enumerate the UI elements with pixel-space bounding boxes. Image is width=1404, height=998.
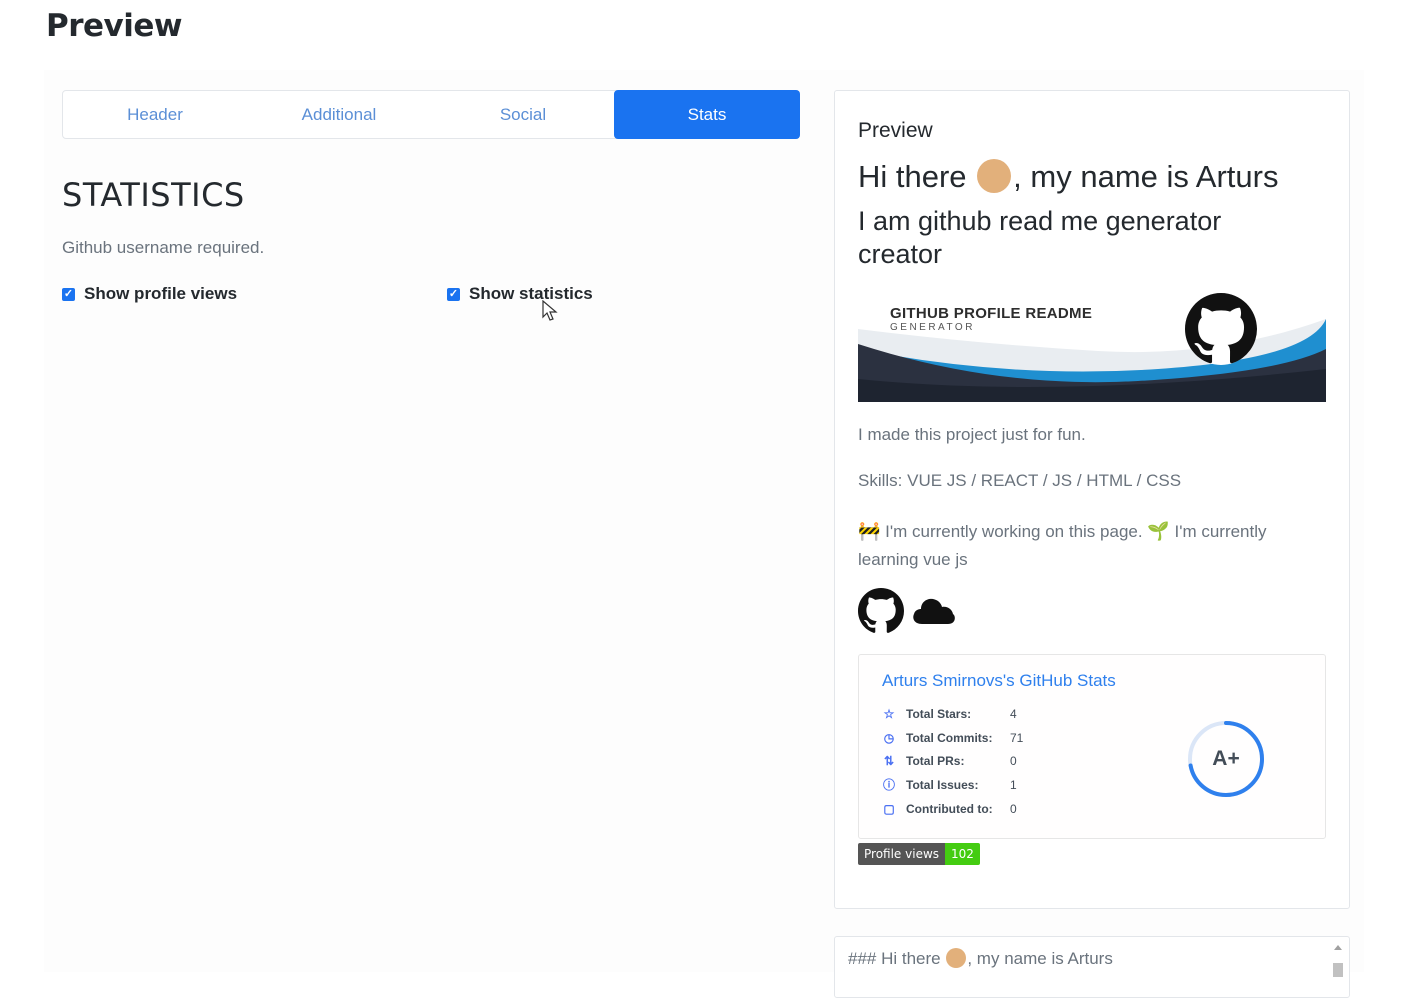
seedling-icon: 🌱 [1147, 521, 1170, 541]
greeting-heading: Hi there , my name is Arturs [858, 158, 1279, 196]
show-profile-views-checkbox[interactable]: ✓ Show profile views [62, 284, 237, 304]
issue-icon: ⓘ [882, 778, 895, 792]
stat-row-contributed: ▢ Contributed to: 0 [882, 802, 1017, 816]
readme-banner-image: GITHUB PROFILE README GENERATOR [858, 289, 1326, 402]
social-icons-row [858, 588, 958, 634]
generator-app: Header Additional Social Stats STATISTIC… [44, 70, 1364, 998]
badge-label: Profile views [858, 843, 946, 865]
github-stats-card: Arturs Smirnovs's GitHub Stats ☆ Total S… [858, 654, 1326, 839]
stat-value: 0 [1010, 802, 1017, 816]
checkbox-checked-icon[interactable]: ✓ [62, 287, 75, 301]
stat-label: Total PRs: [906, 754, 965, 768]
tab-bar: Header Additional Social Stats [62, 90, 800, 139]
show-statistics-label: Show statistics [469, 284, 593, 303]
page-title: Preview [46, 8, 183, 44]
banner-subtitle: GENERATOR [890, 322, 975, 333]
about-text: I made this project just for fun. [858, 425, 1086, 444]
greeting-name: , my name is Arturs [1013, 159, 1279, 194]
stat-value: 0 [1010, 754, 1017, 768]
learning-prefix: I'm currently [1174, 522, 1267, 541]
markdown-line-start: ### Hi there [848, 949, 941, 968]
subtitle-heading: I am github read me generator creator [858, 206, 1222, 269]
banner-title: GITHUB PROFILE README [890, 305, 1093, 322]
skills-text: Skills: VUE JS / REACT / JS / HTML / CSS [858, 471, 1182, 490]
mouse-cursor-icon [542, 300, 558, 321]
stat-row-prs: ⇅ Total PRs: 0 [882, 754, 1017, 768]
checkbox-checked-icon[interactable]: ✓ [447, 287, 460, 301]
grade-ring: A+ [1186, 719, 1266, 799]
github-icon[interactable] [858, 588, 904, 634]
scrollbar-thumb[interactable] [1333, 963, 1343, 977]
tab-social[interactable]: Social [431, 91, 615, 138]
profile-views-badge: Profile views 102 [858, 843, 980, 865]
markdown-line-end: , my name is Arturs [967, 949, 1113, 968]
markdown-text[interactable]: ### Hi there , my name is Arturs [848, 947, 1113, 970]
waving-hand-icon [946, 947, 967, 968]
stat-value: 71 [1010, 731, 1024, 745]
stat-row-stars: ☆ Total Stars: 4 [882, 707, 1017, 721]
tab-stats[interactable]: Stats [614, 90, 800, 139]
markdown-output-textarea[interactable]: ### Hi there , my name is Arturs [834, 936, 1350, 998]
show-statistics-checkbox[interactable]: ✓ Show statistics [447, 284, 593, 304]
preview-card: Preview Hi there , my name is Arturs I a… [834, 90, 1350, 909]
badge-value: 102 [945, 843, 980, 865]
construction-icon: 🚧 [858, 521, 881, 541]
github-logo-icon [1185, 293, 1257, 365]
textarea-scrollbar[interactable] [1331, 941, 1345, 985]
star-icon: ☆ [883, 707, 895, 721]
grade-text: A+ [1212, 747, 1240, 770]
tab-header[interactable]: Header [63, 91, 247, 138]
waving-hand-icon [977, 158, 1012, 193]
preview-label: Preview [858, 119, 933, 142]
pull-request-icon: ⇅ [883, 754, 895, 768]
stats-card-title: Arturs Smirnovs's GitHub Stats [882, 671, 1116, 690]
repo-icon: ▢ [883, 802, 895, 816]
cloud-icon[interactable] [910, 588, 958, 634]
stat-row-issues: ⓘ Total Issues: 1 [882, 778, 1017, 792]
section-title: STATISTICS [62, 176, 245, 214]
stat-label: Contributed to: [906, 802, 993, 816]
tab-additional[interactable]: Additional [247, 91, 431, 138]
history-icon: ◷ [883, 731, 895, 745]
working-text: I'm currently working on this page. [885, 522, 1143, 541]
status-text: 🚧 I'm currently working on this page. 🌱 … [858, 517, 1328, 574]
stat-value: 4 [1010, 707, 1017, 721]
stat-label: Total Issues: [906, 778, 979, 792]
stat-value: 1 [1010, 778, 1017, 792]
stat-row-commits: ◷ Total Commits: 71 [882, 731, 1024, 745]
stat-label: Total Stars: [906, 707, 972, 721]
learning-text: learning vue js [858, 550, 968, 569]
greeting-text: Hi there [858, 159, 967, 194]
stat-label: Total Commits: [906, 731, 993, 745]
scroll-up-arrow-icon[interactable] [1334, 945, 1342, 950]
show-profile-views-label: Show profile views [84, 284, 238, 303]
username-required-hint: Github username required. [62, 238, 265, 257]
